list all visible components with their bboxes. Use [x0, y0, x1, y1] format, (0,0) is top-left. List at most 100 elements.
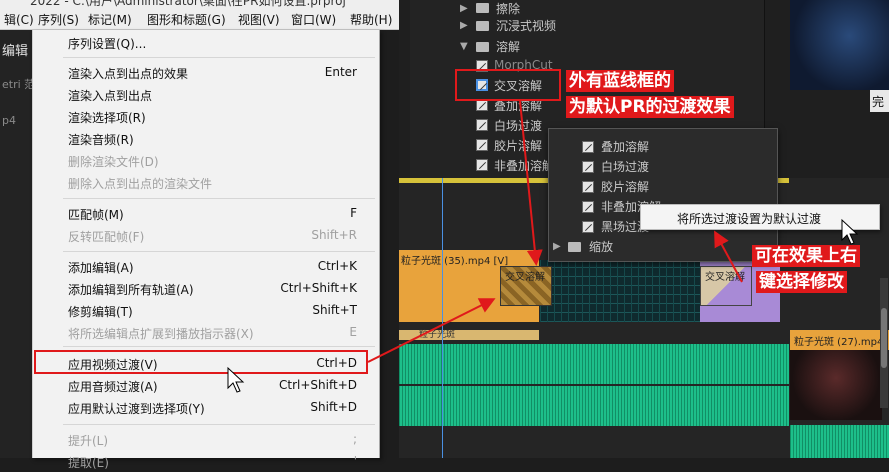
chevron-down-icon[interactable]: ▼ — [460, 41, 468, 52]
menu-item-shortcut: Shift+R — [311, 228, 357, 242]
annotation-text-4: 键选择修改 — [756, 271, 847, 293]
panel-label-1: etri 范 — [2, 78, 36, 91]
effect-icon — [476, 139, 488, 151]
annotation-text-2: 为默认PR的过渡效果 — [566, 96, 734, 118]
program-monitor-preview — [790, 0, 889, 90]
folder-icon — [476, 3, 489, 13]
effect-dip-white[interactable]: 白场过渡 — [494, 117, 542, 134]
menu-item-shortcut: Ctrl+Shift+D — [279, 378, 357, 392]
highlight-box-effect — [455, 69, 561, 101]
menu-markers[interactable]: 标记(M) — [88, 11, 132, 28]
folder-icon — [476, 42, 489, 52]
menu-graphics[interactable]: 图形和标题(G) — [147, 11, 226, 28]
popup-item-zoom[interactable]: 缩放 — [589, 238, 613, 255]
transition-label: 交叉溶解 — [705, 272, 745, 283]
popup-item-additive[interactable]: 叠加溶解 — [601, 138, 649, 155]
menu-item-shortcut: ' — [353, 454, 357, 468]
effect-icon — [476, 159, 488, 171]
menu-item-render-audio[interactable]: 渲染音频(R) — [33, 128, 379, 149]
menu-item-delete-render-in-out[interactable]: 删除入点到出点的渲染文件 — [33, 172, 379, 193]
audio-clip-2[interactable] — [399, 386, 789, 426]
playhead[interactable] — [442, 178, 443, 458]
transition-cross-dissolve-2[interactable]: 交叉溶解 — [700, 266, 752, 306]
menu-item-label: 渲染入点到出点的效果 — [68, 67, 189, 81]
left-panel: 编辑 etri 范 p4 — [0, 30, 36, 458]
effect-film-dissolve[interactable]: 胶片溶解 — [494, 137, 542, 154]
panel-tab-edit[interactable]: 编辑 — [2, 40, 28, 59]
menu-item-label: 将所选编辑点扩展到播放指示器(X) — [68, 327, 254, 341]
chevron-right-icon[interactable]: ▶ — [460, 3, 468, 14]
menu-item-label: 添加编辑(A) — [68, 261, 134, 275]
transition-cross-dissolve[interactable]: 交叉溶解 — [500, 266, 552, 306]
menu-item-lift[interactable]: 提升(L); — [33, 429, 379, 450]
menu-item-delete-render[interactable]: 删除渲染文件(D) — [33, 150, 379, 171]
menu-view[interactable]: 视图(V) — [238, 11, 280, 28]
menu-item-label: 渲染音频(R) — [68, 133, 134, 147]
menu-separator — [63, 57, 375, 58]
chevron-right-icon[interactable]: ▶ — [553, 241, 561, 252]
tree-item-immersive[interactable]: 沉浸式视频 — [496, 17, 556, 34]
video-clip-right[interactable]: 粒子光斑 (27).mp4 — [790, 330, 889, 350]
menu-item-label: 匹配帧(M) — [68, 208, 124, 222]
video-clip-2[interactable]: 粒子光斑 — [399, 330, 539, 340]
menu-item-shortcut: Ctrl+Shift+K — [280, 281, 357, 295]
menu-sequence[interactable]: 序列(S) — [38, 11, 79, 28]
done-button[interactable]: 完 — [870, 90, 889, 112]
menu-item-add-edit-all[interactable]: 添加编辑到所有轨道(A) Ctrl+Shift+K — [33, 278, 379, 299]
menu-item-shortcut: E — [349, 325, 357, 339]
menu-edit[interactable]: 辑(C) — [4, 11, 34, 28]
audio-clip[interactable] — [399, 344, 789, 384]
annotation-text-1: 外有蓝线框的 — [566, 70, 674, 92]
popup-item-dip-white[interactable]: 白场过渡 — [601, 158, 649, 175]
folder-icon — [476, 21, 489, 31]
menu-help[interactable]: 帮助(H) — [350, 11, 392, 28]
menu-item-label: 反转匹配帧(F) — [68, 230, 145, 244]
tree-item-dissolve[interactable]: 溶解 — [496, 38, 520, 55]
video-clip-particles[interactable] — [540, 260, 700, 322]
timeline-scrollbar[interactable] — [880, 278, 888, 408]
menu-item-trim-edit[interactable]: 修剪编辑(T) Shift+T — [33, 300, 379, 321]
menu-item-reverse-match-frame[interactable]: 反转匹配帧(F) Shift+R — [33, 225, 379, 246]
clip-name: 粒子光斑 (27).mp4 — [794, 337, 884, 348]
menu-item-render-in-out[interactable]: 渲染入点到出点 — [33, 84, 379, 105]
effect-non-additive[interactable]: 非叠加溶解 — [494, 157, 554, 174]
chevron-right-icon[interactable]: ▶ — [460, 20, 468, 31]
menu-item-shortcut: F — [350, 206, 357, 220]
menu-bar: 辑(C) 序列(S) 标记(M) 图形和标题(G) 视图(V) 窗口(W) 帮助… — [0, 8, 400, 30]
menu-item-label: 提取(E) — [68, 456, 109, 470]
sequence-menu: 序列设置(Q)... 渲染入点到出点的效果 Enter 渲染入点到出点 渲染选择项… — [32, 30, 380, 470]
transition-label: 交叉溶解 — [505, 272, 545, 283]
clip-thumbnail — [790, 350, 882, 420]
effect-icon — [582, 141, 594, 153]
menu-separator — [63, 251, 375, 252]
tree-item-wipe[interactable]: 擦除 — [496, 0, 520, 17]
panel-label-2: p4 — [2, 114, 16, 127]
title-bar: 2022 - C:\用户\Administrator\桌面\在PR如何设置.pr… — [0, 0, 400, 8]
menu-item-label: 渲染选择项(R) — [68, 111, 146, 125]
menu-item-label: 渲染入点到出点 — [68, 89, 153, 103]
menu-item-apply-audio-transition[interactable]: 应用音频过渡(A) Ctrl+Shift+D — [33, 375, 379, 396]
menu-item-add-edit[interactable]: 添加编辑(A) Ctrl+K — [33, 256, 379, 277]
menu-item-extract[interactable]: 提取(E) ' — [33, 451, 379, 472]
menu-item-apply-default-transition[interactable]: 应用默认过渡到选择项(Y) Shift+D — [33, 397, 379, 418]
menu-item-label: 应用音频过渡(A) — [68, 380, 158, 394]
effect-icon — [582, 201, 594, 213]
clip-name: 粒子光斑 (35).mp4 [V] — [401, 256, 509, 267]
menu-item-match-frame[interactable]: 匹配帧(M) F — [33, 203, 379, 224]
annotation-text-3: 可在效果上右 — [752, 245, 860, 267]
menu-separator — [63, 346, 375, 347]
menu-separator — [63, 198, 375, 199]
audio-clip-right[interactable] — [790, 425, 889, 458]
set-default-transition-item[interactable]: 将所选过渡设置为默认过渡 — [677, 210, 821, 227]
menu-window[interactable]: 窗口(W) — [291, 11, 336, 28]
effect-icon — [582, 181, 594, 193]
effect-icon — [582, 161, 594, 173]
menu-item-sequence-settings[interactable]: 序列设置(Q)... — [33, 32, 379, 53]
highlight-box-menu — [34, 350, 368, 374]
menu-separator — [63, 424, 375, 425]
menu-item-render-selection[interactable]: 渲染选择项(R) — [33, 106, 379, 127]
menu-item-render-effects[interactable]: 渲染入点到出点的效果 Enter — [33, 62, 379, 83]
menu-item-extend-edit[interactable]: 将所选编辑点扩展到播放指示器(X) E — [33, 322, 379, 343]
menu-item-label: 修剪编辑(T) — [68, 305, 133, 319]
popup-item-film[interactable]: 胶片溶解 — [601, 178, 649, 195]
